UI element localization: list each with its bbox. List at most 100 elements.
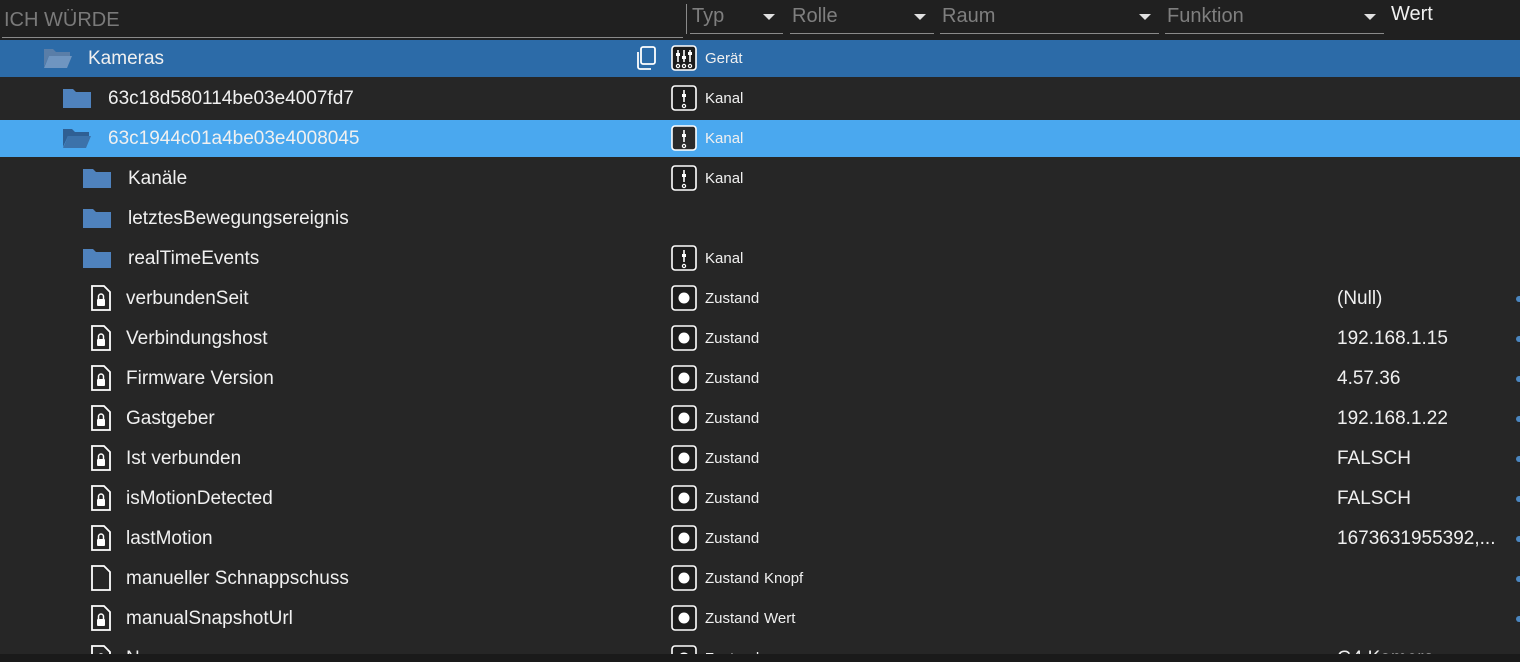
row-name: Kanäle: [128, 168, 188, 189]
state-icon: [671, 325, 697, 351]
search-input[interactable]: [2, 4, 683, 37]
row-name: lastMotion: [126, 528, 213, 549]
folder-icon: [63, 89, 91, 108]
row-value[interactable]: 192.168.1.22: [1337, 408, 1448, 430]
row-role: Kanal: [705, 90, 744, 107]
tree-row-state[interactable]: lastMotion Zustand 1673631955392,...: [0, 520, 1520, 557]
row-role: Zustand: [705, 410, 760, 427]
chevron-down-icon: [1364, 14, 1376, 20]
horizontal-scrollbar[interactable]: [0, 654, 1520, 662]
row-name: Verbindungshost: [126, 328, 268, 349]
row-name: Firmware Version: [126, 368, 274, 389]
row-role: Zustand: [705, 530, 760, 547]
row-edge-marker: [1516, 336, 1520, 342]
chevron-down-icon: [914, 14, 926, 20]
row-role: Gerät: [705, 50, 743, 67]
row-name: Kameras: [88, 48, 165, 69]
row-value[interactable]: 4.57.36: [1337, 368, 1400, 390]
channel-icon: [671, 125, 697, 151]
row-name: 63c18d580114be03e4007fd7: [108, 88, 354, 109]
tree-row-state[interactable]: Firmware Version Zustand 4.57.36: [0, 360, 1520, 397]
row-name: realTimeEvents: [128, 248, 260, 269]
tree-row-realtimeevents[interactable]: realTimeEvents Kanal: [0, 240, 1520, 277]
row-edge-marker: [1516, 576, 1520, 582]
locked-file-icon: [91, 525, 111, 551]
state-icon: [671, 445, 697, 471]
state-icon: [671, 485, 697, 511]
folder-icon: [83, 209, 111, 228]
tree-row-state[interactable]: verbundenSeit Zustand (Null): [0, 280, 1520, 317]
row-name: manueller Schnappschuss: [126, 568, 349, 589]
tree-row-channel-selected[interactable]: 63c1944c01a4be03e4008045 Kanal: [0, 120, 1520, 157]
column-wert-header: Wert: [1391, 3, 1433, 25]
state-icon: [671, 365, 697, 391]
row-role: Zustand: [705, 370, 760, 387]
row-edge-marker: [1516, 376, 1520, 382]
channel-icon: [671, 165, 697, 191]
device-icon: [671, 45, 697, 71]
row-value[interactable]: 1673631955392,...: [1337, 528, 1496, 550]
row-edge-marker: [1516, 616, 1520, 622]
row-role: Zustand: [705, 570, 760, 587]
row-role: Zustand: [705, 450, 760, 467]
folder-icon: [83, 169, 111, 188]
row-edge-marker: [1516, 456, 1520, 462]
row-role: Kanal: [705, 130, 744, 147]
row-role-secondary: Wert: [764, 610, 796, 627]
filter-raum-label: Raum: [942, 5, 996, 27]
locked-file-icon: [91, 285, 111, 311]
filter-funktion[interactable]: Funktion: [1165, 2, 1384, 34]
tree-row-state[interactable]: isMotionDetected Zustand FALSCH: [0, 480, 1520, 517]
row-role: Zustand: [705, 610, 760, 627]
locked-file-icon: [91, 325, 111, 351]
filter-header: Typ Rolle Raum Funktion Wert: [0, 0, 1520, 40]
tree-row-state[interactable]: manualSnapshotUrl Zustand Wert: [0, 600, 1520, 637]
tree-row-kanaele[interactable]: Kanäle Kanal: [0, 160, 1520, 197]
tree-row-kameras[interactable]: Kameras Gerät: [0, 40, 1520, 77]
row-name: 63c1944c01a4be03e4008045: [108, 128, 360, 149]
row-name: letztesBewegungsereignis: [128, 208, 349, 229]
row-role: Zustand: [705, 290, 760, 307]
folder-icon: [83, 249, 111, 268]
row-value[interactable]: FALSCH: [1337, 448, 1411, 470]
row-edge-marker: [1516, 536, 1520, 542]
tree-row-state[interactable]: Verbindungshost Zustand 192.168.1.15: [0, 320, 1520, 357]
filter-raum[interactable]: Raum: [940, 2, 1159, 34]
row-name: isMotionDetected: [126, 488, 273, 509]
filter-typ-label: Typ: [692, 5, 725, 27]
filter-rolle-label: Rolle: [792, 5, 838, 27]
search-field[interactable]: [2, 4, 683, 38]
tree-row-state[interactable]: manueller Schnappschuss Zustand Knopf: [0, 560, 1520, 597]
filter-typ[interactable]: Typ: [690, 2, 783, 34]
state-icon: [671, 285, 697, 311]
row-name: Gastgeber: [126, 408, 215, 429]
channel-icon: [671, 245, 697, 271]
folder-open-icon: [63, 129, 91, 148]
copy-icon[interactable]: [634, 45, 658, 71]
row-value[interactable]: (Null): [1337, 288, 1382, 310]
tree-row-channel[interactable]: 63c18d580114be03e4007fd7 Kanal: [0, 80, 1520, 117]
row-role: Kanal: [705, 250, 744, 267]
row-name: verbundenSeit: [126, 288, 249, 309]
row-name: manualSnapshotUrl: [126, 608, 293, 629]
row-value[interactable]: FALSCH: [1337, 488, 1411, 510]
row-value[interactable]: 192.168.1.15: [1337, 328, 1448, 350]
chevron-down-icon: [763, 14, 775, 20]
row-name: Ist verbunden: [126, 448, 242, 469]
tree-row-state[interactable]: Ist verbunden Zustand FALSCH: [0, 440, 1520, 477]
locked-file-icon: [91, 605, 111, 631]
row-role: Kanal: [705, 170, 744, 187]
state-icon: [671, 605, 697, 631]
filter-funktion-label: Funktion: [1167, 5, 1244, 27]
locked-file-icon: [91, 445, 111, 471]
row-edge-marker: [1516, 416, 1520, 422]
state-icon: [671, 565, 697, 591]
tree-row-state[interactable]: Gastgeber Zustand 192.168.1.22: [0, 400, 1520, 437]
state-icon: [671, 525, 697, 551]
row-role-secondary: Knopf: [764, 570, 804, 587]
locked-file-icon: [91, 365, 111, 391]
file-icon: [91, 565, 111, 591]
filter-rolle[interactable]: Rolle: [790, 2, 934, 34]
row-edge-marker: [1516, 496, 1520, 502]
tree-row-folder[interactable]: letztesBewegungsereignis: [0, 200, 1520, 237]
